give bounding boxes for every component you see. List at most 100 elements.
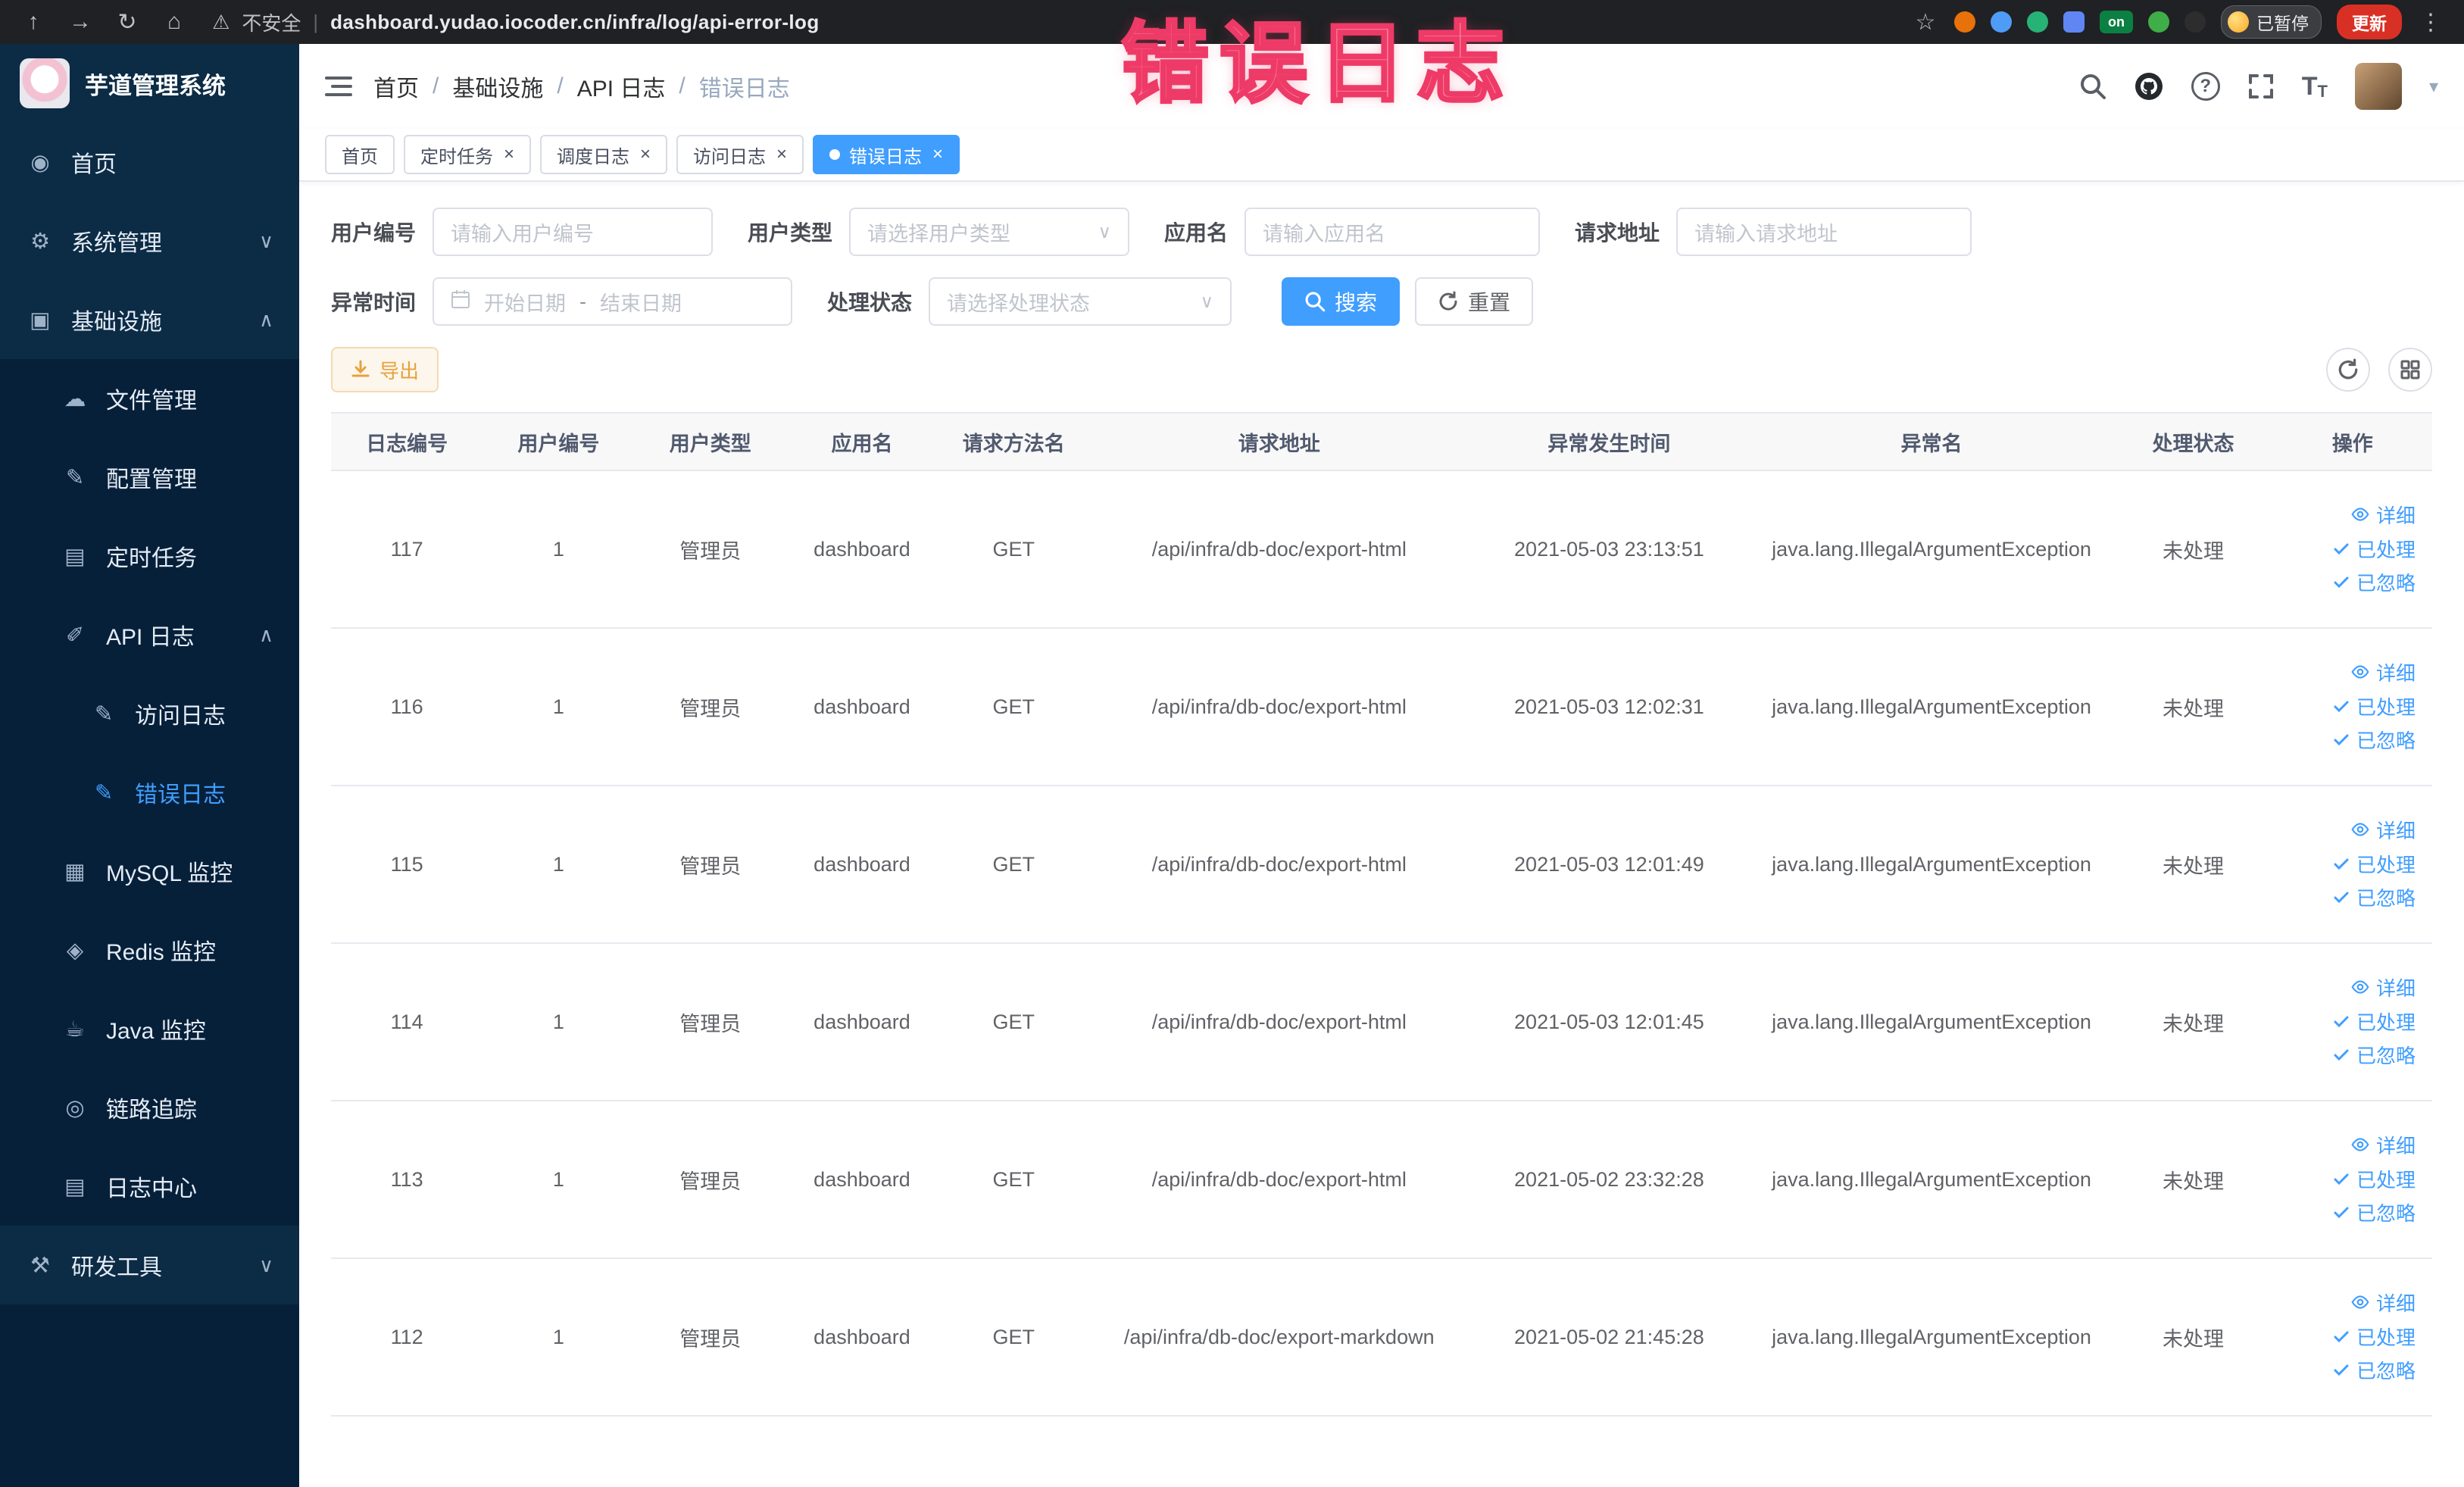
cell-user-id: 1 bbox=[482, 943, 635, 1101]
close-tab-icon[interactable]: × bbox=[640, 145, 651, 164]
close-tab-icon[interactable]: × bbox=[932, 145, 943, 164]
kebab-menu-icon[interactable]: ⋮ bbox=[2417, 9, 2444, 36]
processed-link[interactable]: 已处理 bbox=[2279, 697, 2416, 718]
user-id-label: 用户编号 bbox=[331, 221, 417, 245]
search-button[interactable]: 搜索 bbox=[1282, 277, 1401, 326]
browser-update-button[interactable]: 更新 bbox=[2337, 5, 2402, 39]
exception-time-range-picker[interactable]: 开始日期 - 结束日期 bbox=[433, 277, 793, 326]
sidebar-item-redis[interactable]: ◈ Redis 监控 bbox=[0, 911, 299, 989]
sidebar-item-home[interactable]: ◉ 首页 bbox=[0, 123, 299, 201]
sidebar-item-mysql[interactable]: ▦ MySQL 监控 bbox=[0, 832, 299, 911]
tab-access-log[interactable]: 访问日志 × bbox=[676, 135, 804, 174]
user-avatar[interactable] bbox=[2354, 63, 2402, 110]
user-id-input[interactable]: 请输入用户编号 bbox=[433, 208, 714, 256]
tab-job[interactable]: 定时任务 × bbox=[404, 135, 532, 174]
breadcrumb-item-infra[interactable]: 基础设施 bbox=[452, 70, 543, 103]
paused-badge[interactable]: 已暂停 bbox=[2221, 5, 2322, 39]
sidebar-item-java[interactable]: ☕ Java 监控 bbox=[0, 989, 299, 1068]
address-bar[interactable]: ⚠ 不安全 | dashboard.yudao.iocoder.cn/infra… bbox=[212, 8, 820, 36]
github-icon[interactable] bbox=[2134, 71, 2164, 102]
start-date-placeholder: 开始日期 bbox=[484, 292, 567, 315]
ignored-link[interactable]: 已忽略 bbox=[2279, 730, 2416, 751]
annotation-overlay: 错误日志 bbox=[1120, 13, 1515, 114]
breadcrumb-item-home[interactable]: 首页 bbox=[373, 70, 419, 103]
processed-link[interactable]: 已处理 bbox=[2279, 1170, 2416, 1191]
cell-method: GET bbox=[938, 786, 1090, 944]
processed-link[interactable]: 已处理 bbox=[2279, 854, 2416, 876]
active-tab-dot bbox=[829, 149, 841, 160]
home-icon[interactable]: ⌂ bbox=[161, 9, 188, 35]
font-large-glyph: T bbox=[2301, 71, 2318, 101]
star-icon[interactable]: ☆ bbox=[1912, 9, 1939, 36]
request-url-input[interactable]: 请输入请求地址 bbox=[1676, 208, 1972, 256]
caret-down-icon[interactable]: ▾ bbox=[2429, 76, 2438, 98]
column-settings-button[interactable] bbox=[2388, 348, 2432, 392]
close-tab-icon[interactable]: × bbox=[504, 145, 514, 164]
sidebar-item-system[interactable]: ⚙ 系统管理 ∨ bbox=[0, 201, 299, 280]
tab-home[interactable]: 首页 bbox=[325, 135, 395, 174]
search-icon[interactable] bbox=[2079, 73, 2106, 100]
refresh-table-button[interactable] bbox=[2326, 348, 2370, 392]
cell-status: 未处理 bbox=[2113, 786, 2273, 944]
sidebar-item-file[interactable]: ☁ 文件管理 bbox=[0, 359, 299, 438]
request-url-placeholder: 请输入请求地址 bbox=[1694, 222, 1838, 245]
processed-link[interactable]: 已处理 bbox=[2279, 539, 2416, 561]
extension-icon-leaf[interactable] bbox=[2148, 11, 2169, 33]
processed-link[interactable]: 已处理 bbox=[2279, 1327, 2416, 1348]
ignored-link[interactable]: 已忽略 bbox=[2279, 573, 2416, 594]
cell-status: 未处理 bbox=[2113, 628, 2273, 786]
detail-link[interactable]: 详细 bbox=[2279, 820, 2416, 842]
sidebar-item-tracer[interactable]: ◎ 链路追踪 bbox=[0, 1068, 299, 1147]
action-label: 已处理 bbox=[2356, 539, 2416, 561]
sidebar-item-error-log[interactable]: ✎ 错误日志 bbox=[0, 753, 299, 832]
column-header: 请求方法名 bbox=[938, 412, 1090, 471]
user-type-select[interactable]: 请选择用户类型 ∨ bbox=[849, 208, 1130, 256]
detail-link[interactable]: 详细 bbox=[2279, 505, 2416, 527]
processed-link[interactable]: 已处理 bbox=[2279, 1012, 2416, 1033]
sidebar-item-api-log[interactable]: ✐ API 日志 ∧ bbox=[0, 595, 299, 674]
collapse-sidebar-icon[interactable] bbox=[325, 75, 352, 98]
extension-icon-blue-grid[interactable] bbox=[2063, 11, 2085, 33]
tab-error-log[interactable]: 错误日志 × bbox=[813, 135, 960, 174]
tab-job-log[interactable]: 调度日志 × bbox=[540, 135, 668, 174]
export-button[interactable]: 导出 bbox=[331, 347, 439, 392]
app-name-input[interactable]: 请输入应用名 bbox=[1244, 208, 1541, 256]
extension-icon-blue-drop[interactable] bbox=[1991, 11, 2012, 33]
ignored-link[interactable]: 已忽略 bbox=[2279, 1045, 2416, 1067]
ignored-link[interactable]: 已忽略 bbox=[2279, 1203, 2416, 1224]
ignored-link[interactable]: 已忽略 bbox=[2279, 888, 2416, 909]
column-header: 异常名 bbox=[1749, 412, 2114, 471]
breadcrumb-item-api-log[interactable]: API 日志 bbox=[577, 70, 666, 103]
detail-link[interactable]: 详细 bbox=[2279, 1135, 2416, 1157]
forward-icon[interactable]: → bbox=[67, 9, 94, 35]
help-icon[interactable]: ? bbox=[2191, 72, 2220, 101]
fullscreen-icon[interactable] bbox=[2247, 73, 2275, 100]
cell-log-id: 114 bbox=[331, 943, 483, 1101]
detail-link[interactable]: 详细 bbox=[2279, 977, 2416, 1000]
detail-link[interactable]: 详细 bbox=[2279, 662, 2416, 685]
ignored-link[interactable]: 已忽略 bbox=[2279, 1360, 2416, 1382]
sidebar-item-access-log[interactable]: ✎ 访问日志 bbox=[0, 674, 299, 753]
extension-on-badge[interactable]: on bbox=[2100, 11, 2133, 33]
extension-icon-green-circle[interactable] bbox=[2027, 11, 2048, 33]
sidebar-logo[interactable]: 芋道管理系统 bbox=[0, 44, 299, 123]
close-tab-icon[interactable]: × bbox=[776, 145, 787, 164]
sidebar-item-infra[interactable]: ▣ 基础设施 ∧ bbox=[0, 280, 299, 359]
sidebar-item-log-center[interactable]: ▤ 日志中心 bbox=[0, 1147, 299, 1226]
process-status-select[interactable]: 请选择处理状态 ∨ bbox=[929, 277, 1232, 326]
sidebar-item-dev-tools[interactable]: ⚒ 研发工具 ∨ bbox=[0, 1226, 299, 1304]
reset-button[interactable]: 重置 bbox=[1415, 277, 1534, 326]
reload-icon[interactable]: ↻ bbox=[114, 9, 141, 36]
sidebar-item-job[interactable]: ▤ 定时任务 bbox=[0, 517, 299, 595]
end-date-placeholder: 结束日期 bbox=[600, 292, 682, 315]
sidebar-item-config[interactable]: ✎ 配置管理 bbox=[0, 438, 299, 517]
exception-time-label: 异常时间 bbox=[331, 291, 417, 314]
tab-label: 错误日志 bbox=[849, 146, 923, 167]
sidebar-item-label: Redis 监控 bbox=[106, 940, 217, 965]
main-area: 首页 / 基础设施 / API 日志 / 错误日志 ? T T ▾ 首页 定时任… bbox=[299, 44, 2464, 1487]
detail-link[interactable]: 详细 bbox=[2279, 1292, 2416, 1315]
extension-icon-orange[interactable] bbox=[1954, 11, 1975, 33]
font-size-icon[interactable]: TT bbox=[2302, 72, 2328, 102]
extension-icon-paw[interactable] bbox=[2184, 11, 2206, 33]
share-icon[interactable]: ↑ bbox=[20, 9, 47, 35]
